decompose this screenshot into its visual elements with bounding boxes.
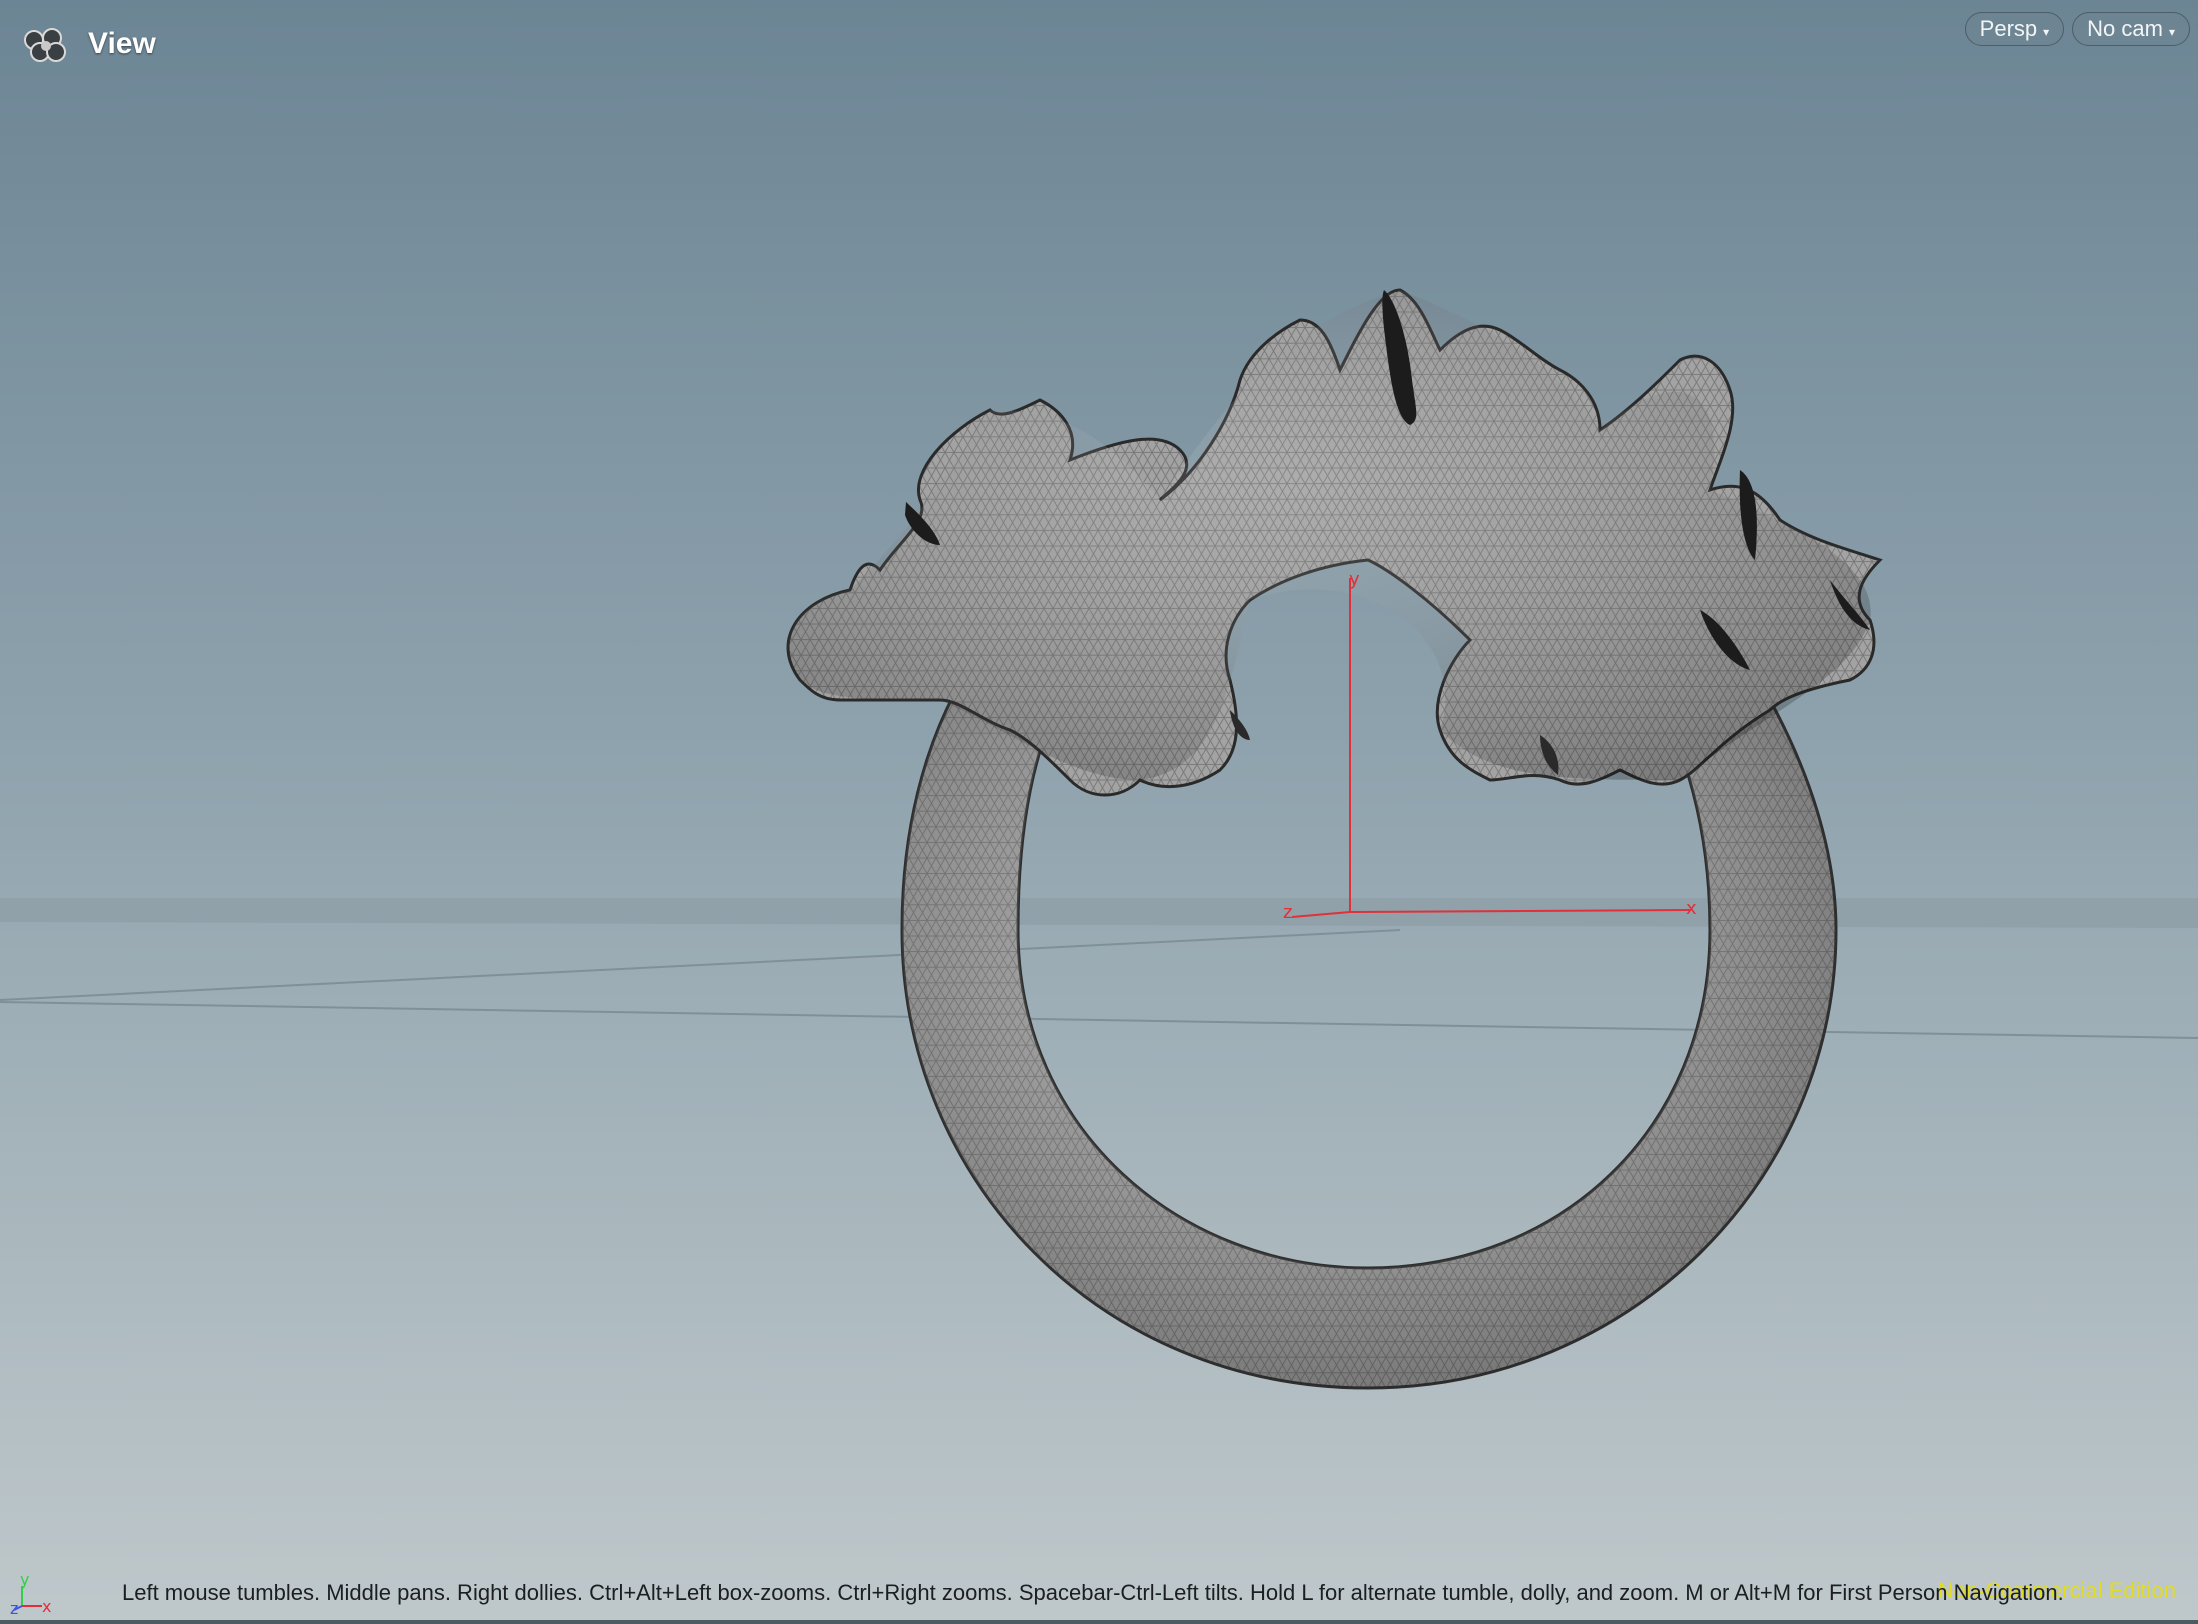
scene-canvas[interactable]: y x z [0,0,2198,1624]
mini-axis-z-label: z [10,1599,18,1616]
viewport-status-bar: y x z Non-Commercial Edition Left mouse … [0,1568,2198,1624]
axis-x-label: x [1686,898,1697,919]
viewport-border [0,1620,2198,1624]
viewport-header: View [18,18,156,70]
navigation-hint: Left mouse tumbles. Middle pans. Right d… [122,1580,2064,1605]
camera-controls: Persp ▾ No cam ▾ [1964,12,2190,46]
mini-axis-y-label: y [20,1572,29,1589]
projection-menu-button[interactable]: Persp ▾ [1964,12,2065,46]
ring-mesh[interactable] [786,288,1883,1390]
chevron-down-icon: ▾ [2168,25,2175,39]
viewport-title: View [88,27,156,60]
camera-menu-button[interactable]: No cam ▾ [2072,12,2190,46]
projection-label: Persp [1979,16,2038,41]
houdini-app-icon[interactable] [18,18,70,70]
ground-plane [0,898,2198,1039]
chevron-down-icon: ▾ [2043,25,2050,39]
axis-y-label: y [1349,569,1360,590]
axis-z-label: z [1283,902,1292,923]
orientation-axes-icon: y x z [10,1572,51,1616]
mini-axis-x-label: x [42,1597,51,1616]
camera-label: No cam [2087,16,2163,41]
3d-viewport[interactable]: y x z View Persp ▾ No cam ▾ y x z Non-Co… [0,0,2198,1624]
